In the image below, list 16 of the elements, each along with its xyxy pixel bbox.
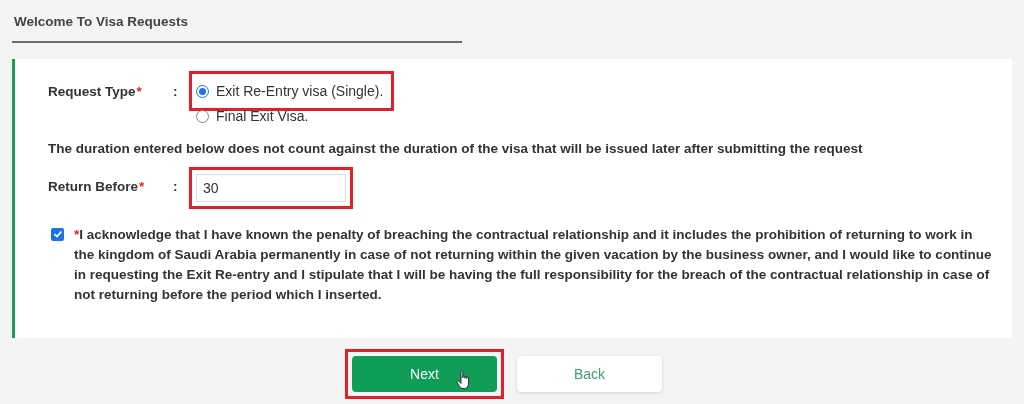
field-label: Request Type xyxy=(48,83,136,102)
colon-separator: : xyxy=(173,178,179,197)
info-note: The duration entered below does not count against the duration of the visa that will be issued later after submitting the request xyxy=(48,140,864,159)
next-button[interactable]: Next xyxy=(352,356,497,393)
checkbox[interactable] xyxy=(51,227,64,241)
radio-label: Final Exit Visa. xyxy=(216,106,309,126)
page-title: Welcome To Visa Requests xyxy=(12,12,462,44)
radio-label: Exit Re-Entry visa (Single). xyxy=(216,81,384,101)
acknowledgement-text: *I acknowledge that I have known the penalty of breaching the contractual relationship and it includes the prohibition of returning to work in the kingdom of Saudi Arabia permanently in case of not returning within the given vacation by the business owner, and I would like to continue in requesting the Exit Re-entry and I stipulate that I will be having the full responsibility for the breach of the contractual relationship in case of not returning before the period which I inserted. xyxy=(74,225,993,304)
back-button[interactable]: Back xyxy=(517,356,662,393)
field-label: Return Before xyxy=(48,178,138,197)
required-mark: * xyxy=(136,83,142,102)
required-mark: * xyxy=(139,178,145,197)
colon-separator: : xyxy=(173,83,179,102)
input-field[interactable]: 30 xyxy=(196,173,346,202)
hand-cursor-icon xyxy=(456,370,472,391)
